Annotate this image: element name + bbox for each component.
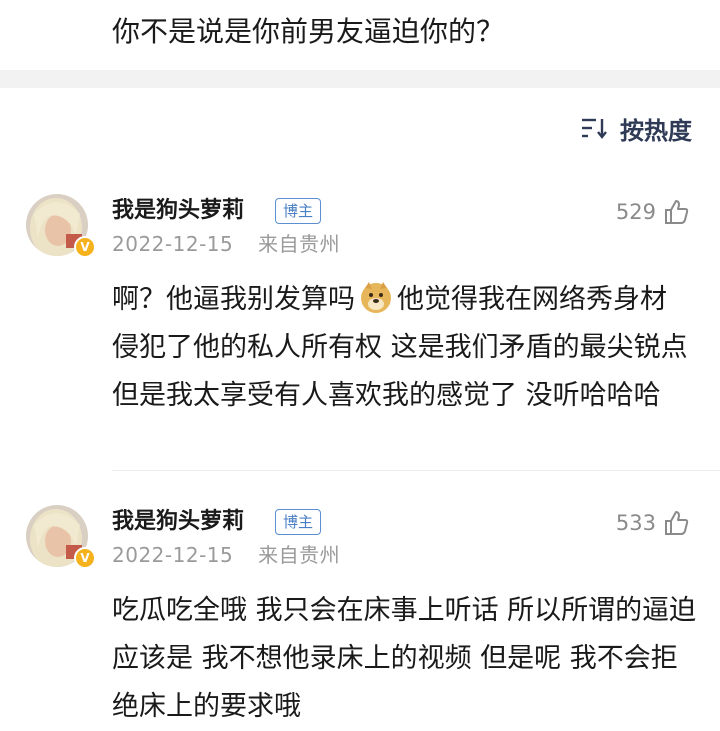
sort-lines-icon — [582, 118, 607, 139]
verified-badge-icon: V — [74, 547, 96, 569]
like-button[interactable]: 533 — [616, 509, 690, 537]
like-button[interactable]: 529 — [616, 198, 690, 226]
comment-location: 来自贵州 — [258, 232, 341, 256]
comment-body: 吃瓜吃全哦 我只会在床事上听话 所以所谓的逼迫 应该是 我不想他录床上的视频 但… — [112, 595, 697, 722]
like-count: 529 — [615, 200, 656, 224]
thumbs-up-icon — [665, 200, 689, 224]
comment-item: V 我是狗头萝莉 博主 2022-12-15 来自贵州 529 啊？他逼我别发算… — [0, 194, 720, 456]
comment-meta: 2022-12-15 来自贵州 — [112, 230, 340, 258]
author-badge: 博主 — [275, 509, 322, 535]
comment-meta: 2022-12-15 来自贵州 — [112, 541, 340, 569]
author-badge: 博主 — [275, 198, 322, 224]
sort-label: 按热度 — [620, 116, 692, 145]
username[interactable]: 我是狗头萝莉 — [112, 196, 244, 226]
like-count: 533 — [615, 511, 656, 535]
verified-badge-icon: V — [74, 236, 96, 258]
section-divider-band — [0, 70, 720, 88]
doge-emoji — [361, 282, 391, 313]
comment-text-part1: 啊？他逼我别发算吗 — [112, 284, 355, 315]
username[interactable]: 我是狗头萝莉 — [112, 507, 244, 537]
comment-location: 来自贵州 — [258, 543, 341, 567]
comment-divider — [112, 470, 720, 471]
comment-body: 啊？他逼我别发算吗 他觉得我在网络秀身材 侵犯了他的私人所有权 这是我们矛盾的最… — [112, 276, 697, 420]
comment-date: 2022-12-15 — [112, 543, 234, 567]
comment-item: V 我是狗头萝莉 博主 2022-12-15 来自贵州 533 吃瓜吃全哦 我只… — [0, 505, 720, 722]
comment-date: 2022-12-15 — [112, 232, 234, 256]
thumbs-up-icon — [665, 511, 689, 535]
sort-toggle[interactable]: 按热度 — [580, 112, 692, 145]
post-text: 你不是说是你前男友逼迫你的？ — [112, 15, 505, 48]
